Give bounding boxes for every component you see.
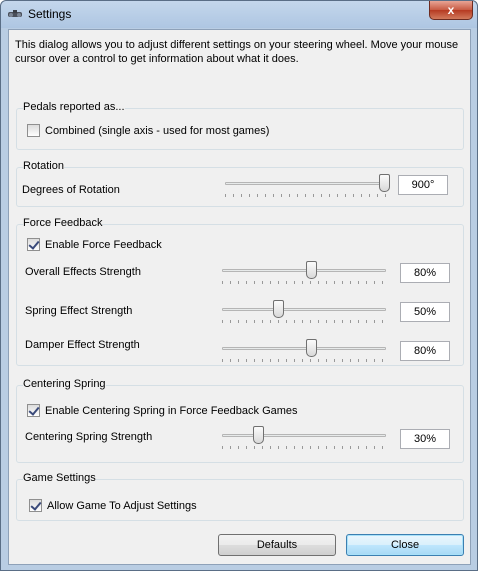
enable-centering-spring-row[interactable]: Enable Centering Spring in Force Feedbac… <box>27 404 298 417</box>
overall-effects-strength-slider[interactable] <box>222 261 386 285</box>
combined-checkbox-label: Combined (single axis - used for most ga… <box>45 124 270 137</box>
slider-thumb[interactable] <box>305 339 317 357</box>
steering-wheel-icon <box>8 10 22 17</box>
settings-window: Settings x This dialog allows you to adj… <box>0 0 478 571</box>
dialog-body: This dialog allows you to adjust differe… <box>8 29 471 565</box>
degrees-of-rotation-value[interactable]: 900° <box>398 175 448 195</box>
slider-ticks <box>222 359 386 362</box>
slider-track <box>222 308 386 311</box>
combined-checkbox-row[interactable]: Combined (single axis - used for most ga… <box>27 124 269 137</box>
defaults-button[interactable]: Defaults <box>218 534 336 556</box>
enable-centering-spring-label: Enable Centering Spring in Force Feedbac… <box>45 404 298 417</box>
allow-game-adjust-label: Allow Game To Adjust Settings <box>47 499 197 512</box>
slider-track <box>225 182 389 185</box>
centering-spring-strength-label: Centering Spring Strength <box>25 431 153 443</box>
enable-force-feedback-checkbox[interactable] <box>27 238 40 251</box>
enable-force-feedback-label: Enable Force Feedback <box>45 238 162 251</box>
enable-centering-spring-checkbox[interactable] <box>27 404 40 417</box>
centering-spring-strength-value[interactable]: 30% <box>400 429 450 449</box>
enable-force-feedback-row[interactable]: Enable Force Feedback <box>27 238 162 251</box>
slider-ticks <box>222 320 386 323</box>
centering-spring-strength-slider[interactable] <box>222 426 386 450</box>
intro-text: This dialog allows you to adjust differe… <box>15 39 459 65</box>
slider-ticks <box>225 194 389 197</box>
spring-effect-strength-value[interactable]: 50% <box>400 302 450 322</box>
window-title: Settings <box>28 7 72 21</box>
overall-effects-strength-value[interactable]: 80% <box>400 263 450 283</box>
pedals-group-title: Pedals reported as... <box>23 101 125 113</box>
overall-effects-strength-label: Overall Effects Strength <box>25 266 141 278</box>
centering-spring-group-title: Centering Spring <box>23 378 106 390</box>
damper-effect-strength-value[interactable]: 80% <box>400 341 450 361</box>
slider-track <box>222 269 386 272</box>
slider-ticks <box>222 281 386 284</box>
combined-checkbox[interactable] <box>27 124 40 137</box>
slider-thumb[interactable] <box>253 426 265 444</box>
allow-game-adjust-checkbox[interactable] <box>29 499 42 512</box>
degrees-of-rotation-label: Degrees of Rotation <box>22 184 120 196</box>
slider-track <box>222 347 386 350</box>
centering-spring-group <box>16 385 464 463</box>
rotation-group-title: Rotation <box>23 160 64 172</box>
allow-game-adjust-row[interactable]: Allow Game To Adjust Settings <box>29 499 197 512</box>
slider-thumb[interactable] <box>272 300 284 318</box>
force-feedback-group-title: Force Feedback <box>23 217 103 229</box>
slider-thumb[interactable] <box>305 261 317 279</box>
slider-track <box>222 434 386 437</box>
spring-effect-strength-slider[interactable] <box>222 300 386 324</box>
damper-effect-strength-slider[interactable] <box>222 339 386 363</box>
degrees-of-rotation-slider[interactable] <box>225 174 391 198</box>
slider-thumb[interactable] <box>379 174 391 192</box>
damper-effect-strength-label: Damper Effect Strength <box>25 339 140 351</box>
game-settings-group-title: Game Settings <box>23 472 96 484</box>
spring-effect-strength-label: Spring Effect Strength <box>25 305 133 317</box>
slider-ticks <box>222 446 386 449</box>
close-button[interactable]: Close <box>346 534 464 556</box>
title-bar[interactable]: Settings x <box>1 1 477 28</box>
close-icon[interactable]: x <box>429 1 473 20</box>
